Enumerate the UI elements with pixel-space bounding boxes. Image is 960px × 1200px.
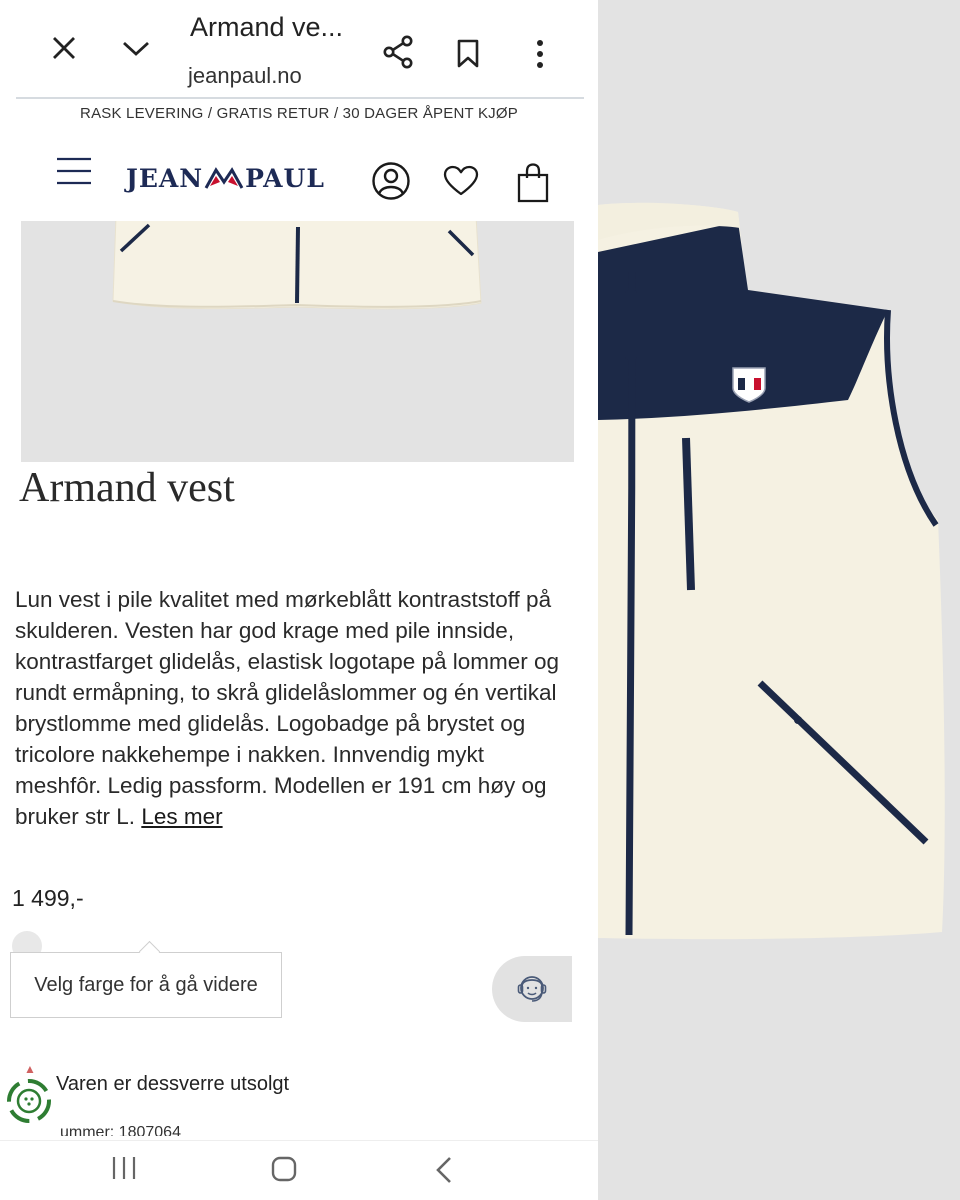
home-icon[interactable] [270, 1155, 298, 1188]
toolbar-divider [16, 97, 584, 99]
sold-out-notice: Varen er dessverre utsolgt [56, 1073, 290, 1095]
more-vert-icon[interactable] [524, 34, 556, 74]
logo-text-jean: JEAN [126, 164, 204, 193]
logo-flags-icon [204, 166, 244, 192]
promo-banner: RASK LEVERING / GRATIS RETUR / 30 DAGER … [80, 105, 518, 122]
support-agent-icon [517, 976, 547, 1002]
system-nav-bar [0, 1140, 598, 1200]
chevron-up-icon: ▲ [24, 1062, 36, 1076]
read-more-link[interactable]: Les mer [141, 804, 222, 829]
chevron-down-icon[interactable] [114, 30, 158, 66]
article-number: ummer: 1807064 [60, 1124, 181, 1136]
tab-title[interactable]: Armand ve... [190, 12, 343, 43]
close-icon[interactable] [44, 30, 84, 66]
recycle-badge-icon[interactable] [6, 1078, 52, 1124]
description-text: Lun vest i pile kvalitet med mørkeblått … [15, 587, 560, 829]
color-prompt-text: Velg farge for å gå videre [34, 973, 258, 996]
product-image[interactable] [21, 221, 574, 462]
product-description: Lun vest i pile kvalitet med mørkeblått … [15, 584, 565, 832]
menu-icon[interactable] [56, 156, 92, 186]
bookmark-icon[interactable] [450, 34, 486, 74]
site-header: JEAN PAUL [0, 140, 598, 220]
product-title: Armand vest [19, 465, 235, 511]
recents-icon[interactable] [110, 1155, 138, 1186]
product-price: 1 499,- [12, 885, 84, 911]
browser-toolbar: Armand ve... jeanpaul.no [0, 0, 598, 99]
color-prompt-tooltip: Velg farge for å gå videre [10, 952, 282, 1018]
logo-text-paul: PAUL [245, 164, 325, 193]
vest-illustration [598, 202, 945, 940]
heart-icon[interactable] [443, 165, 481, 199]
bag-icon[interactable] [516, 162, 550, 204]
site-logo[interactable]: JEAN PAUL [126, 164, 325, 193]
zoomed-product-image [598, 0, 960, 1200]
customer-service-button[interactable] [492, 956, 572, 1022]
account-icon[interactable] [371, 161, 411, 201]
url-text[interactable]: jeanpaul.no [188, 63, 302, 89]
back-icon[interactable] [432, 1155, 456, 1190]
share-icon[interactable] [378, 32, 418, 72]
phone-screen: Armand ve... jeanpaul.no RASK LEVERING /… [0, 0, 598, 1200]
